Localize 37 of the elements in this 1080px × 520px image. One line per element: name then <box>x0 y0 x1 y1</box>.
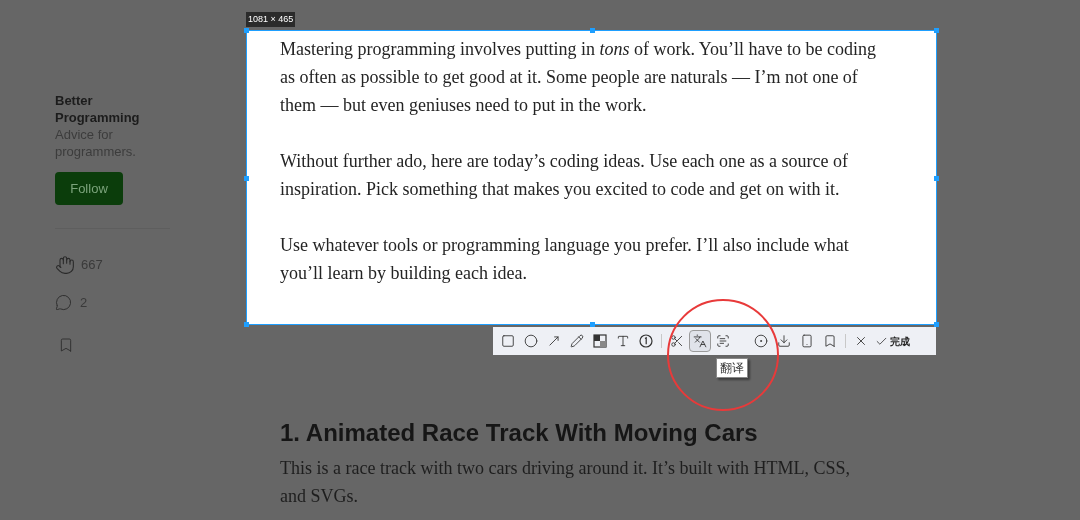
pencil-icon <box>570 334 584 348</box>
done-button[interactable]: 完成 <box>875 333 910 349</box>
toolbar-button[interactable] <box>689 330 711 352</box>
record-icon <box>754 334 768 348</box>
article-paragraph: Use whatever tools or programming language you prefer. I’ll also include what you’ll learn by building each idea. <box>280 234 850 285</box>
scissors-icon <box>670 334 684 348</box>
resize-handle[interactable] <box>590 28 595 33</box>
number-icon <box>639 334 653 348</box>
follow-button[interactable]: Follow <box>55 172 123 205</box>
selection-size-label: 1081 × 465 <box>246 12 296 27</box>
bookmark-icon <box>823 334 837 348</box>
arrow-icon <box>547 334 561 348</box>
close-icon <box>854 334 868 348</box>
resize-handle[interactable] <box>244 322 249 327</box>
clap-icon[interactable] <box>55 255 75 275</box>
resize-handle[interactable] <box>934 28 939 33</box>
scan-text-icon <box>716 334 730 348</box>
text-icon <box>616 334 630 348</box>
resize-handle[interactable] <box>590 322 595 327</box>
article-paragraph: Without further ado, here are today’s coding ideas. Use each one as a source of inspiration. Pick something that makes you excited to code and get on with it. <box>280 150 850 201</box>
section-heading: 1. Animated Race Track With Moving Cars <box>280 418 759 448</box>
translate-icon <box>693 334 707 348</box>
publication-name: Better Programming <box>55 92 141 126</box>
resize-handle[interactable] <box>244 28 249 33</box>
article-paragraph: Mastering programming involves putting in tons of work. You’ll have to be coding as often as possible to get good at it. Some people are naturals — I’m not one of them — but even geniuses need to put in the work. <box>280 38 877 117</box>
bookmark-icon[interactable] <box>58 336 74 353</box>
resize-handle[interactable] <box>934 176 939 181</box>
resize-handle[interactable] <box>934 322 939 327</box>
phone-icon <box>800 334 814 348</box>
comment-icon[interactable] <box>55 294 72 312</box>
tooltip: 翻译 <box>716 358 748 378</box>
resize-handle[interactable] <box>244 176 249 181</box>
circle-icon <box>524 334 538 348</box>
download-icon <box>777 334 791 348</box>
mosaic-icon <box>593 334 607 348</box>
article-paragraph: This is a race track with two cars driving around it. It’s built with HTML, CSS, and SVGs. <box>280 457 851 508</box>
rectangle-icon <box>501 334 515 348</box>
